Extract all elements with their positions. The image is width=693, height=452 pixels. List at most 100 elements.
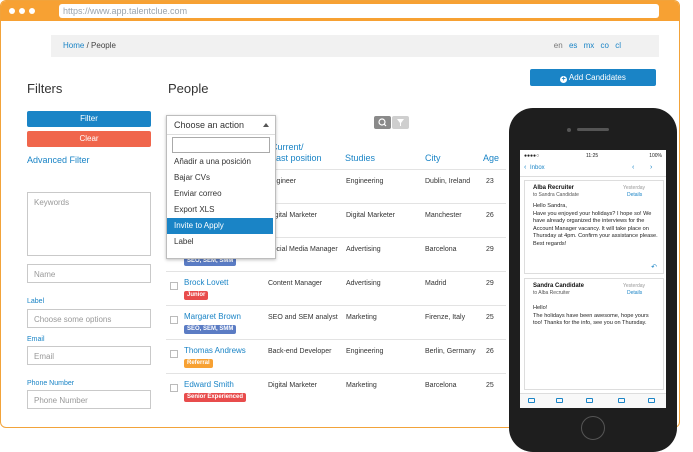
window-dot-icon[interactable] [29, 8, 35, 14]
phone-mockup: ●●●●○ 11:25 100% ‹ Inbox ‹ › Alba Recrui… [509, 108, 677, 452]
action-search-input[interactable] [172, 137, 270, 153]
browser-topbar: https://www.app.talentclue.com [1, 1, 679, 21]
action-menu-item[interactable]: Añadir a una posición [167, 154, 273, 170]
message-card[interactable]: Alba Recruiter to Sandra Candidate Yeste… [524, 180, 664, 274]
compose-icon[interactable] [648, 398, 655, 403]
breadcrumb: Home / People en es mx co cl [51, 35, 659, 57]
email-field[interactable]: Email [27, 346, 151, 365]
flag-icon[interactable] [528, 398, 535, 403]
cell-position: Digital Marketer [268, 382, 318, 389]
reply-icon[interactable]: ↶ [651, 263, 657, 271]
language-co[interactable]: co [601, 41, 609, 50]
cell-age: 29 [486, 280, 494, 287]
cell-age: 25 [486, 314, 494, 321]
cell-position: Digital Marketer [268, 212, 318, 219]
keywords-field[interactable]: Keywords [27, 192, 151, 256]
candidate-name[interactable]: Brock Lovett [184, 278, 228, 287]
cell-studies: Marketing [346, 314, 377, 321]
chevron-up-icon[interactable]: ‹ [632, 164, 634, 171]
row-checkbox[interactable] [170, 316, 178, 324]
candidate-tag: Senior Experienced [184, 393, 247, 402]
message-details-link[interactable]: Details [627, 290, 642, 296]
cell-studies: Marketing [346, 382, 377, 389]
speaker-icon [577, 128, 609, 131]
cell-city: Dublin, Ireland [425, 178, 471, 185]
add-candidates-button[interactable]: + Add Candidates [530, 69, 656, 86]
name-field[interactable]: Name [27, 264, 151, 283]
address-bar[interactable]: https://www.app.talentclue.com [59, 4, 659, 18]
message-from: Sandra Candidate [533, 283, 585, 289]
phone-field[interactable]: Phone Number [27, 390, 151, 409]
message-date: Yesterday [623, 283, 646, 289]
cell-studies: Digital Marketer [346, 212, 396, 219]
action-menu-item[interactable]: Bajar CVs [167, 170, 273, 186]
row-checkbox[interactable] [170, 384, 178, 392]
candidate-name[interactable]: Margaret Brown [184, 312, 241, 321]
cell-city: Barcelona [425, 246, 457, 253]
language-cl[interactable]: cl [615, 41, 621, 50]
action-menu-item[interactable]: Label [167, 234, 273, 250]
mail-toolbar [520, 393, 666, 408]
row-checkbox[interactable] [170, 350, 178, 358]
chevron-down-icon[interactable]: › [650, 164, 652, 171]
cell-age: 29 [486, 246, 494, 253]
col-studies[interactable]: Studies [345, 153, 375, 163]
candidate-name[interactable]: Edward Smith [184, 380, 234, 389]
col-age[interactable]: Age [483, 153, 499, 163]
language-es[interactable]: es [569, 41, 577, 50]
language-en[interactable]: en [554, 41, 563, 50]
label-select[interactable]: Choose some options [27, 309, 151, 328]
candidate-name[interactable]: Thomas Andrews [184, 346, 246, 355]
reply-icon[interactable] [618, 398, 625, 403]
cell-age: 23 [486, 178, 494, 185]
folder-icon[interactable] [556, 398, 563, 403]
window-dot-icon[interactable] [9, 8, 15, 14]
message-card[interactable]: Sandra Candidate to Alba Recruiter Yeste… [524, 278, 664, 390]
cell-city: Madrid [425, 280, 447, 287]
cell-age: 26 [486, 348, 494, 355]
cell-studies: Advertising [346, 246, 381, 253]
action-dropdown-header[interactable]: Choose an action [167, 116, 275, 135]
carrier-signal: ●●●●○ [524, 153, 540, 159]
message-body: Hello! The holidays have been awesome, h… [533, 305, 649, 326]
message-details-link[interactable]: Details [627, 192, 642, 198]
filters-title: Filters [27, 81, 63, 96]
back-chevron-icon[interactable]: ‹ [524, 164, 526, 171]
message-body: Hello Sandra, Have you enjoyed your holi… [533, 203, 658, 247]
action-menu-item[interactable]: Export XLS [167, 202, 273, 218]
table-row[interactable]: Margaret Brown SEO, SEM, SMM SEO and SEM a… [166, 305, 506, 340]
search-icon[interactable] [374, 116, 391, 129]
inbox-back-link[interactable]: Inbox [530, 165, 545, 171]
action-menu-item[interactable]: Enviar correo [167, 186, 273, 202]
home-button[interactable] [581, 416, 605, 440]
action-menu-item[interactable]: Invite to Apply [167, 218, 273, 234]
phone-screen: ●●●●○ 11:25 100% ‹ Inbox ‹ › Alba Recrui… [520, 150, 666, 408]
cell-age: 25 [486, 382, 494, 389]
col-position-line2[interactable]: Last position [271, 153, 322, 163]
clear-button[interactable]: Clear [27, 131, 151, 147]
language-mx[interactable]: mx [584, 41, 595, 50]
cell-city: Berlin, Germany [425, 348, 476, 355]
add-candidates-label: Add Candidates [568, 73, 626, 82]
filter-button[interactable]: Filter [27, 111, 151, 127]
col-city[interactable]: City [425, 153, 441, 163]
camera-icon [567, 128, 571, 132]
archive-icon[interactable] [586, 398, 593, 403]
breadcrumb-separator: / [86, 41, 89, 50]
advanced-filter-link[interactable]: Advanced Filter [27, 155, 90, 165]
caret-up-icon [263, 123, 269, 127]
candidate-tag: SEO, SEM, SMM [184, 325, 237, 334]
cell-position: Social Media Manager [268, 246, 338, 253]
table-row[interactable]: Edward Smith Senior Experienced Digital Ma… [166, 373, 506, 408]
message-from: Alba Recruiter [533, 185, 575, 191]
breadcrumb-current: People [91, 41, 116, 50]
language-switcher: en es mx co cl [550, 41, 621, 50]
row-checkbox[interactable] [170, 282, 178, 290]
funnel-icon[interactable] [392, 116, 409, 129]
action-dropdown[interactable]: Choose an action Añadir a una posición Ba… [166, 115, 276, 259]
table-row[interactable]: Thomas Andrews Referral Back-end Developer… [166, 339, 506, 374]
window-dot-icon[interactable] [19, 8, 25, 14]
breadcrumb-home-link[interactable]: Home [63, 41, 84, 50]
cell-city: Manchester [425, 212, 462, 219]
table-row[interactable]: Brock Lovett Junior Content Manager Adverti… [166, 271, 506, 306]
